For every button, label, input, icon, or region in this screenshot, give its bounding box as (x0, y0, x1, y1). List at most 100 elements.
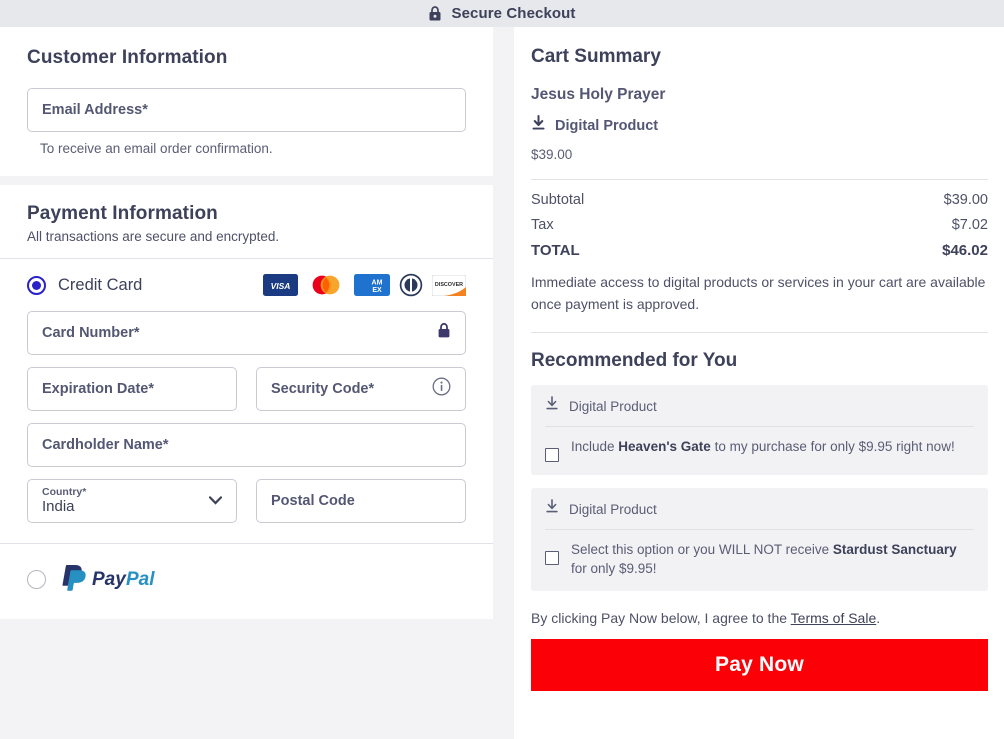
cart-item-type: Digital Product (531, 115, 988, 136)
payment-information-header: Payment Information All transactions are… (0, 185, 493, 258)
email-placeholder: Email Address* (42, 102, 148, 118)
expiration-date-placeholder: Expiration Date* (42, 381, 154, 397)
card-number-field[interactable]: Card Number* (27, 311, 466, 355)
visa-logo: VISA (263, 274, 298, 296)
mastercard-logo (312, 275, 340, 295)
country-label: Country* (42, 486, 87, 498)
cardholder-name-field[interactable]: Cardholder Name* (27, 423, 466, 467)
country-value: India (42, 498, 75, 515)
offer-type-row: Digital Product (545, 499, 974, 519)
tax-label: Tax (531, 217, 554, 233)
terms-text-before: By clicking Pay Now below, I agree to th… (531, 610, 791, 626)
offer-card[interactable]: Digital Product Select this option or yo… (531, 488, 988, 591)
credit-card-radio[interactable] (27, 275, 46, 295)
security-code-placeholder: Security Code* (271, 381, 375, 397)
paypal-logo: Pay Pal (59, 562, 171, 597)
customer-information-card: Customer Information Email Address* To r… (0, 27, 493, 176)
subtotal-row: Subtotal $39.00 (531, 192, 988, 208)
postal-code-placeholder: Postal Code (271, 493, 355, 509)
offer-text: Select this option or you WILL NOT recei… (571, 540, 974, 578)
offer-text-before: Select this option or you WILL NOT recei… (571, 542, 833, 557)
chevron-down-icon[interactable] (208, 492, 223, 510)
cart-item-price: $39.00 (531, 147, 573, 162)
download-icon (531, 115, 546, 136)
credit-card-radio-dot (32, 280, 41, 290)
offer-product-name: Stardust Sanctuary (832, 542, 957, 557)
svg-text:VISA: VISA (271, 281, 291, 291)
offer-divider (545, 426, 974, 427)
grand-total-label: TOTAL (531, 242, 580, 259)
tax-row: Tax $7.02 (531, 217, 988, 233)
pay-now-button[interactable]: Pay Now (531, 639, 988, 691)
totals-list: Subtotal $39.00 Tax $7.02 TOTAL $46.02 (531, 192, 988, 259)
payment-information-card: Payment Information All transactions are… (0, 185, 493, 619)
offer-divider (545, 529, 974, 530)
column-gutter (497, 27, 514, 739)
terms-of-sale-link[interactable]: Terms of Sale (791, 610, 877, 626)
offer-checkbox[interactable] (545, 551, 559, 565)
subtotal-value: $39.00 (943, 192, 988, 208)
secure-checkout-title: Secure Checkout (451, 5, 576, 22)
country-postal-row: Country* India Postal Code (27, 479, 466, 523)
postal-code-field[interactable]: Postal Code (256, 479, 466, 523)
subtotal-label: Subtotal (531, 192, 585, 208)
diners-club-logo (399, 273, 423, 297)
email-field[interactable]: Email Address* (27, 88, 466, 132)
recommended-title: Recommended for You (531, 350, 738, 371)
cart-divider (531, 179, 988, 180)
discover-logo: DISCOVER (432, 274, 466, 296)
offer-body[interactable]: Select this option or you WILL NOT recei… (545, 540, 974, 578)
download-icon (545, 499, 559, 519)
expiration-date-field[interactable]: Expiration Date* (27, 367, 237, 411)
email-helper-text: To receive an email order confirmation. (40, 141, 273, 156)
offer-body[interactable]: Include Heaven's Gate to my purchase for… (545, 437, 974, 462)
info-icon[interactable] (432, 377, 451, 401)
offer-checkbox[interactable] (545, 448, 559, 462)
svg-text:DISCOVER: DISCOVER (435, 282, 463, 288)
recommended-divider (531, 332, 988, 333)
credit-card-fields: Card Number* Expiration Date* Security C… (0, 307, 493, 523)
lock-icon (437, 322, 451, 344)
offer-text: Include Heaven's Gate to my purchase for… (571, 437, 955, 456)
immediate-access-note: Immediate access to digital products or … (531, 274, 986, 312)
amex-logo: AM EX (354, 274, 390, 296)
download-icon (545, 396, 559, 416)
svg-text:Pay: Pay (92, 569, 127, 590)
svg-text:EX: EX (372, 287, 382, 294)
card-brand-logos: VISA AM EX DISCOVER (263, 273, 466, 297)
offer-text-after: to my purchase for only $9.95 right now! (710, 439, 955, 454)
lock-icon (428, 5, 442, 22)
cart-summary-title: Cart Summary (531, 46, 661, 67)
country-select[interactable]: Country* India (27, 479, 237, 523)
paypal-method-row[interactable]: Pay Pal (0, 544, 493, 619)
security-code-field[interactable]: Security Code* (256, 367, 466, 411)
expiry-security-row: Expiration Date* Security Code* (27, 367, 466, 411)
grand-total-row: TOTAL $46.02 (531, 242, 988, 259)
svg-text:Pal: Pal (126, 569, 155, 590)
card-number-placeholder: Card Number* (42, 325, 140, 341)
secure-checkout-bar: Secure Checkout (0, 0, 1004, 27)
cart-item-name: Jesus Holy Prayer (531, 86, 666, 103)
checkout-page: Secure Checkout Customer Information Ema… (0, 0, 1004, 739)
offer-type-row: Digital Product (545, 396, 974, 416)
payment-information-subtitle: All transactions are secure and encrypte… (27, 229, 280, 244)
paypal-radio[interactable] (27, 570, 46, 589)
svg-text:AM: AM (372, 280, 383, 287)
grand-total-value: $46.02 (942, 242, 988, 259)
offer-type-label: Digital Product (569, 501, 657, 517)
payment-information-title: Payment Information (27, 203, 218, 224)
offer-type-label: Digital Product (569, 398, 657, 414)
offer-card[interactable]: Digital Product Include Heaven's Gate to… (531, 385, 988, 475)
credit-card-method-row[interactable]: Credit Card VISA AM EX DISCOVER (0, 259, 493, 307)
checkout-form-column: Customer Information Email Address* To r… (0, 27, 497, 619)
terms-text: By clicking Pay Now below, I agree to th… (531, 610, 988, 626)
cart-item-type-label: Digital Product (555, 117, 659, 134)
cart-summary-column: Cart Summary Jesus Holy Prayer Digital P… (514, 27, 1004, 739)
cardholder-name-placeholder: Cardholder Name* (42, 437, 169, 453)
offer-text-after: for only $9.95! (571, 561, 657, 576)
customer-information-title: Customer Information (27, 47, 228, 68)
terms-text-after: . (876, 610, 881, 626)
offer-text-before: Include (571, 439, 619, 454)
tax-value: $7.02 (951, 217, 988, 233)
offer-product-name: Heaven's Gate (618, 439, 711, 454)
